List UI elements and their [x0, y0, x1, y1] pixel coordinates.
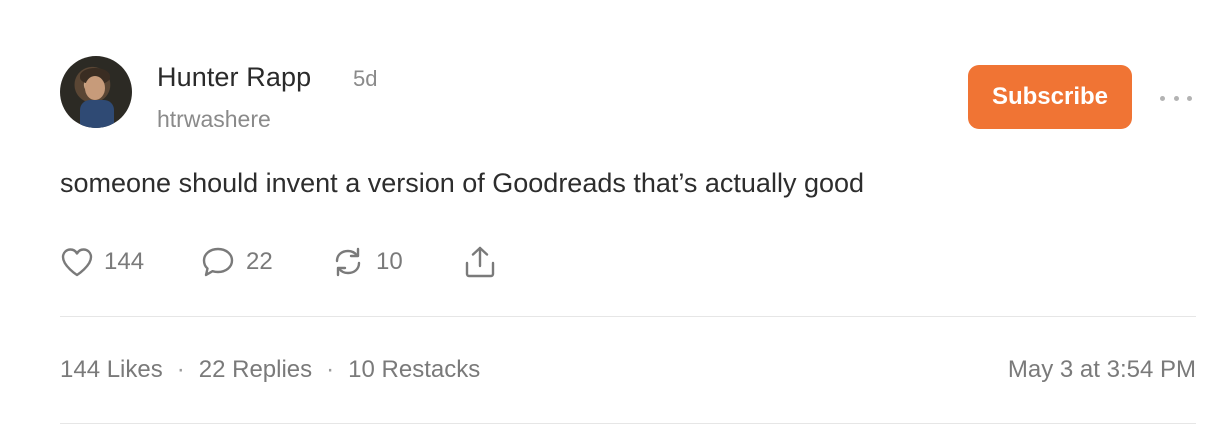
comment-button[interactable]: 22	[200, 244, 273, 280]
share-button[interactable]	[462, 244, 498, 280]
like-button[interactable]: 144	[60, 244, 144, 280]
share-icon	[465, 246, 495, 278]
replies-stat-link[interactable]: 22 Replies	[199, 356, 312, 384]
post-text: someone should invent a version of Goodr…	[60, 168, 865, 198]
subscribe-button[interactable]: Subscribe	[968, 65, 1132, 129]
separator-dot: ·	[176, 356, 185, 383]
avatar[interactable]	[60, 56, 132, 128]
time-ago[interactable]: 5d	[353, 66, 377, 92]
restack-icon	[335, 247, 361, 277]
more-icon[interactable]	[1160, 86, 1192, 110]
heart-icon	[61, 248, 93, 277]
post-timestamp: May 3 at 3:54 PM	[1007, 356, 1196, 383]
post-stats: 144 Likes · 22 Replies · 10 Restacks	[60, 356, 480, 384]
likes-stat-link[interactable]: 144 Likes	[60, 356, 163, 384]
comment-icon	[202, 247, 234, 277]
restacks-stat-link[interactable]: 10 Restacks	[348, 356, 480, 384]
author-handle[interactable]: htrwashere	[157, 106, 271, 133]
restack-count: 10	[376, 248, 403, 275]
author-name[interactable]: Hunter Rapp	[157, 62, 311, 93]
like-count: 144	[104, 248, 145, 275]
separator-dot: ·	[326, 356, 335, 383]
restack-button[interactable]: 10	[330, 244, 403, 280]
comment-count: 22	[246, 248, 273, 275]
divider	[60, 423, 1196, 424]
divider	[60, 316, 1196, 317]
